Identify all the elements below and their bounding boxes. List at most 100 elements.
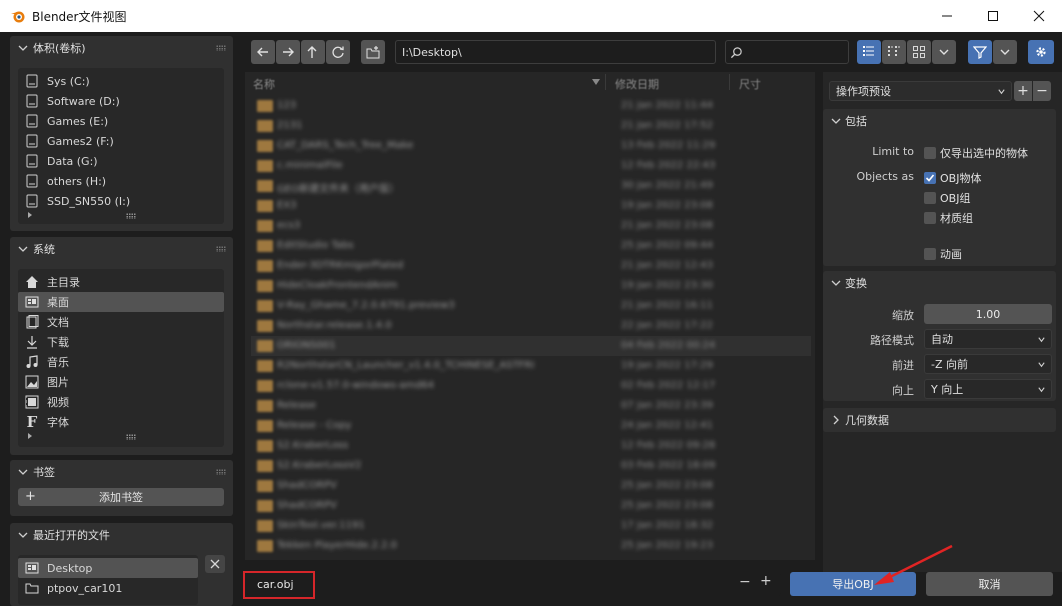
system-item-videos[interactable]: 视频 [18,392,224,412]
up-axis-value: Y 向上 [931,383,964,396]
transform-section-header[interactable]: 变换 [823,271,1056,295]
recent-panel-header[interactable]: 最近打开的文件 [10,523,233,547]
file-row[interactable]: S2.KraberLossV2 03 Feb 2022 18:09 [251,456,811,476]
obj-objects-checkbox[interactable]: OBJ物体 [924,170,981,186]
sort-arrow-icon [592,79,600,85]
close-button[interactable] [1016,0,1062,32]
list-resize-handle[interactable] [18,432,224,442]
bookmarks-panel-header[interactable]: 书签 [10,460,233,484]
system-item-desktop[interactable]: 桌面 [18,292,224,312]
material-groups-checkbox[interactable]: 材质组 [924,210,973,226]
column-header-name[interactable]: 名称 [253,76,275,91]
file-row[interactable]: Ender-3DTRKmigorPlated 21 Jan 2022 12:43 [251,256,811,276]
add-bookmark-button[interactable]: + 添加书签 [18,488,224,506]
file-row[interactable]: CAT_DARS_Tech_Tree_Make 13 Feb 2022 11:29 [251,136,811,156]
decrement-button[interactable]: − [739,574,751,590]
back-button[interactable] [251,40,275,64]
column-divider[interactable] [729,74,730,90]
file-row[interactable]: HideCloakFrontendAnim 19 Jan 2022 23:30 [251,276,811,296]
column-header-date[interactable]: 修改日期 [615,76,659,91]
system-panel-header[interactable]: 系统 [10,237,233,261]
file-row[interactable]: 2131 21 Jan 2022 17:52 [251,116,811,136]
file-row[interactable]: EditStudio Tabs 25 Jan 2022 09:44 [251,236,811,256]
file-row[interactable]: rclone-v1.57.0-windows-amd64 02 Feb 2022 … [251,376,811,396]
file-row[interactable]: Release - Copy 24 Jan 2022 12:41 [251,416,811,436]
remove-preset-button[interactable]: − [1033,81,1051,101]
volume-item[interactable]: Games (E:) [18,111,224,131]
file-row[interactable]: SkinTool.ver.1191 17 Jan 2022 18:32 [251,516,811,536]
file-row[interactable]: V-Ray_Ghame_7.2.0.6791.preview3 21 Jan 20… [251,296,811,316]
selected-only-checkbox[interactable]: 仅导出选中的物体 [924,145,1028,161]
list-resize-handle[interactable] [18,211,224,221]
remove-recent-button[interactable] [205,555,225,573]
drag-handle-icon[interactable] [216,45,226,51]
system-item-fonts[interactable]: F 字体 [18,412,224,432]
volume-item[interactable]: SSD_SN550 (I:) [18,191,224,211]
system-item-music[interactable]: 音乐 [18,352,224,372]
search-input[interactable] [725,40,849,64]
volume-item[interactable]: Games2 (F:) [18,131,224,151]
increment-button[interactable]: + [760,573,772,589]
display-settings-dropdown[interactable] [932,40,956,64]
path-mode-dropdown[interactable]: 自动 [924,329,1052,349]
file-row[interactable]: EX3 19 Jan 2022 23:08 [251,196,811,216]
new-folder-button[interactable] [361,40,385,64]
filter-settings-dropdown[interactable] [993,40,1017,64]
chevron-down-icon [998,89,1005,95]
up-axis-dropdown[interactable]: Y 向上 [924,379,1052,399]
file-row[interactable]: ecs3 21 Jan 2022 23:08 [251,216,811,236]
volume-item[interactable]: Software (D:) [18,91,224,111]
scale-field[interactable]: 1.00 [924,304,1052,324]
geometry-section-header[interactable]: 几何数据 [823,408,1056,432]
system-item-home[interactable]: 主目录 [18,272,224,292]
file-row[interactable]: c.minimalFile 12 Feb 2022 22:43 [251,156,811,176]
file-row[interactable]: R2NorthstarCN_Launcher_v1.4.0_TCHINESE_A… [251,356,811,376]
recent-item[interactable]: ptpov_car101 [18,578,198,598]
file-date: 21 Jan 2022 17:52 [621,120,713,131]
column-divider[interactable] [605,74,606,90]
file-row[interactable]: 123 21 Jan 2022 11:44 [251,96,811,116]
forward-label: 前进 [892,359,914,372]
operator-preset-dropdown[interactable]: 操作项预设 [829,81,1012,101]
file-row[interactable]: Release 07 Jan 2022 23:39 [251,396,811,416]
refresh-button[interactable] [326,40,350,64]
filename-input[interactable]: car.obj [247,572,781,596]
column-header-size[interactable]: 尺寸 [739,76,761,91]
include-section-title: 包括 [845,115,867,128]
volume-item[interactable]: Sys (C:) [18,71,224,91]
system-item-downloads[interactable]: 下载 [18,332,224,352]
filter-toggle-button[interactable] [968,40,992,64]
maximize-button[interactable] [970,0,1016,32]
forward-button[interactable] [276,40,300,64]
animation-checkbox[interactable]: 动画 [924,246,962,262]
drag-handle-icon[interactable] [216,246,226,252]
file-row[interactable]: ShadCORPV 25 Jan 2022 23:08 [251,496,811,516]
limit-to-label: Limit to [872,145,914,158]
file-row[interactable]: Northstar.release.1.4.0 22 Jan 2022 17:22 [251,316,811,336]
file-row[interactable]: ShadCORPV 25 Jan 2022 23:08 [251,476,811,496]
folder-icon [257,420,273,432]
obj-groups-checkbox[interactable]: OBJ组 [924,190,970,206]
file-row[interactable]: GEO新建文件夹（用户版） 30 Jan 2022 21:49 [251,176,811,196]
list-horizontal-icon [888,46,900,56]
drag-handle-icon[interactable] [216,469,226,475]
minimize-button[interactable] [924,0,970,32]
display-thumbnails-button[interactable] [907,40,931,64]
display-list-horizontal-button[interactable] [882,40,906,64]
directory-path-field[interactable]: I:\Desktop\ [395,40,716,64]
file-row[interactable]: Tekken PlayerHide.2.2.0 25 Jan 2022 19:23 [251,536,811,556]
include-section-header[interactable]: 包括 [823,109,1056,133]
forward-axis-dropdown[interactable]: -Z 向前 [924,354,1052,374]
add-preset-button[interactable]: + [1014,81,1032,101]
volumes-panel-header[interactable]: 体积(卷标) [10,36,233,60]
system-item-pictures[interactable]: 图片 [18,372,224,392]
file-row[interactable]: S2.KraberLoss 12 Feb 2022 09:28 [251,436,811,456]
parent-directory-button[interactable] [301,40,325,64]
file-row[interactable]: ORIONS001 04 Feb 2022 00:24 [251,336,811,356]
volume-item[interactable]: others (H:) [18,171,224,191]
system-item-documents[interactable]: 文档 [18,312,224,332]
recent-item[interactable]: Desktop [18,558,198,578]
options-toggle-button[interactable] [1028,40,1054,64]
display-list-vertical-button[interactable] [857,40,881,64]
volume-item[interactable]: Data (G:) [18,151,224,171]
